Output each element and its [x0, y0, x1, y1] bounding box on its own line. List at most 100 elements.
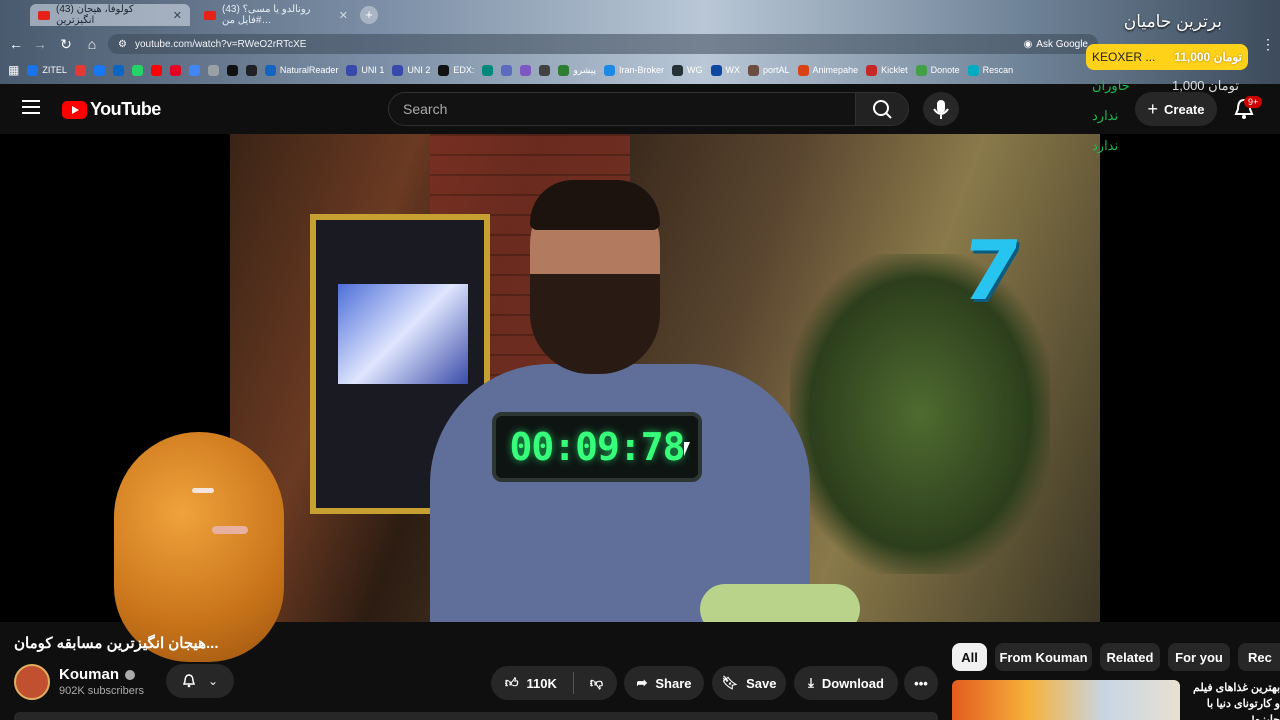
chip-from-kouman[interactable]: From Kouman [995, 643, 1092, 671]
person-hair [530, 180, 660, 230]
bookmark-label: Donote [930, 65, 960, 75]
bookmark-item[interactable] [539, 64, 551, 76]
bookmark-favicon-icon [93, 64, 105, 76]
bookmark-item[interactable]: ZITEL [27, 64, 67, 76]
stopwatch-time: 00:09:78 [509, 425, 685, 469]
dislike-button[interactable]: 👎︎ [590, 675, 603, 691]
create-button[interactable]: + Create [1135, 92, 1217, 126]
tab-close-icon[interactable]: ✕ [339, 9, 348, 22]
bookmark-item[interactable] [482, 64, 494, 76]
bookmark-item[interactable] [226, 64, 238, 76]
bookmark-favicon-icon [672, 64, 684, 76]
bookmark-item[interactable] [150, 64, 162, 76]
bookmark-item[interactable]: Animepahe [797, 64, 859, 76]
bookmark-item[interactable] [112, 64, 124, 76]
chip-for-you[interactable]: For you [1168, 643, 1230, 671]
apps-grid-icon[interactable]: ▦ [8, 63, 19, 77]
bookmark-item[interactable] [188, 64, 200, 76]
back-arrow-icon[interactable]: ← [6, 34, 26, 54]
recommended-video-title[interactable]: بهترین غذاهای فیلم و کارتونای دنیا با جا… [1186, 680, 1280, 720]
browser-tab[interactable]: (43) رونالدو یا مسی؟ #فایل من… ✕ [196, 4, 356, 26]
more-actions-button[interactable]: ••• [904, 666, 938, 700]
bookmark-label: EDX: [453, 65, 475, 75]
bookmark-item[interactable]: NaturalReader [264, 64, 338, 76]
bookmark-favicon-icon [392, 64, 404, 76]
address-bar[interactable]: ⚙ youtube.com/watch?v=RWeO2rRTcXE ◉ Ask … [108, 34, 1098, 54]
bookmark-item[interactable]: Iran-Broker [604, 64, 665, 76]
notification-count-badge: 9+ [1244, 96, 1263, 108]
bookmark-item[interactable]: پیشرو [558, 64, 596, 76]
youtube-play-icon [62, 100, 87, 119]
bookmark-favicon-icon [264, 64, 276, 76]
bookmark-item[interactable] [501, 64, 513, 76]
download-button[interactable]: ⤓ Download [794, 666, 898, 700]
bookmark-item[interactable]: WG [672, 64, 703, 76]
bookmark-favicon-icon [188, 64, 200, 76]
stopwatch-display: 00:09:78 [492, 412, 702, 482]
reload-icon[interactable]: ↻ [56, 34, 76, 54]
bookmark-favicon-icon [169, 64, 181, 76]
bookmark-item[interactable] [520, 64, 532, 76]
chip-all[interactable]: All [952, 643, 987, 671]
plus-icon: + [1147, 98, 1159, 119]
bookmark-item[interactable] [131, 64, 143, 76]
share-arrow-icon: ➦ [636, 675, 648, 690]
channel-avatar[interactable] [14, 664, 50, 700]
bookmark-item[interactable] [169, 64, 181, 76]
share-button[interactable]: ➦ Share [624, 666, 704, 700]
description-box[interactable] [14, 712, 938, 720]
bookmark-item[interactable] [93, 64, 105, 76]
menu-icon[interactable] [22, 100, 40, 114]
voice-search-button[interactable] [923, 92, 959, 126]
bookmark-favicon-icon [967, 64, 979, 76]
subscribed-notification-button[interactable]: ⌄ [166, 664, 234, 698]
download-icon: ⤓ [808, 675, 814, 690]
save-button[interactable]: 🔖︎ Save [712, 666, 786, 700]
bookmark-item[interactable]: UNI 1 [346, 64, 384, 76]
recommended-video-thumbnail[interactable] [952, 680, 1180, 720]
microphone-icon [933, 100, 949, 119]
like-button[interactable]: 👍︎ 110K [505, 675, 557, 691]
forward-arrow-icon[interactable]: → [30, 34, 50, 54]
bookmark-label: Animepahe [812, 65, 859, 75]
tab-title: (43) رونالدو یا مسی؟ #فایل من… [222, 4, 311, 26]
home-icon[interactable]: ⌂ [82, 34, 102, 54]
video-player[interactable]: 00:09:78 7 [0, 134, 1280, 662]
site-info-icon[interactable]: ⚙ [118, 39, 127, 50]
mascot-eye [192, 488, 214, 493]
bookmark-item[interactable] [74, 64, 86, 76]
bookmark-item[interactable] [207, 64, 219, 76]
bookmark-favicon-icon [797, 64, 809, 76]
bookmark-item[interactable]: EDX: [438, 64, 475, 76]
bookmark-label: Iran-Broker [619, 65, 665, 75]
bookmark-label: Rescan [982, 65, 1014, 75]
chip-related[interactable]: Related [1100, 643, 1160, 671]
channel-name-link[interactable]: Kouman [59, 666, 135, 683]
more-dots-icon: ••• [914, 675, 928, 691]
bookmark-item[interactable]: Rescan [967, 64, 1014, 76]
bookmark-item[interactable]: portAL [748, 64, 790, 76]
bookmark-item[interactable]: Kicklet [866, 64, 908, 76]
search-button[interactable] [855, 92, 909, 126]
ask-google-button[interactable]: ◉ Ask Google [1024, 39, 1088, 50]
search-input[interactable]: Search [388, 92, 856, 126]
bookmark-label: Kicklet [881, 65, 908, 75]
youtube-favicon-icon [38, 10, 50, 20]
save-label: Save [746, 675, 777, 691]
tab-close-icon[interactable]: ✕ [173, 9, 182, 22]
share-label: Share [655, 675, 692, 691]
mascot-mouth [212, 526, 248, 534]
youtube-logo[interactable]: YouTube [62, 99, 161, 120]
chip-recently-uploaded[interactable]: Rec [1238, 643, 1280, 671]
browser-tab-active[interactable]: (43) کولوفا، هیجان انگیزترین ✕ [30, 4, 190, 26]
bookmark-item[interactable]: WX [710, 64, 740, 76]
bookmark-item[interactable]: UNI 2 [392, 64, 430, 76]
video-frame[interactable]: 00:09:78 7 [230, 134, 1100, 622]
bookmark-item[interactable] [245, 64, 257, 76]
search-icon [873, 100, 892, 119]
grapes [700, 584, 860, 622]
nugget-mascot [114, 432, 284, 662]
bookmark-item[interactable]: Donote [915, 64, 960, 76]
new-tab-button[interactable]: + [360, 6, 378, 24]
browser-menu-icon[interactable]: ⋮ [1258, 34, 1278, 54]
